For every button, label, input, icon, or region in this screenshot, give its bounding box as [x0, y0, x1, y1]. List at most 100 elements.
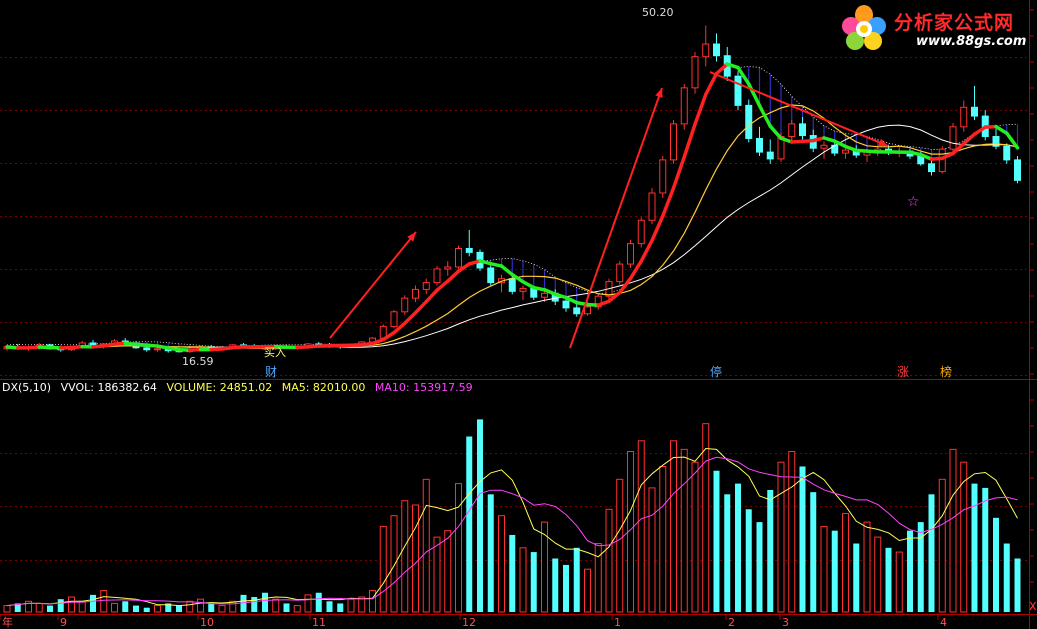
candle-body — [713, 43, 720, 57]
candle-body — [842, 149, 849, 154]
volume-bar — [337, 603, 344, 612]
ma5-segment — [424, 288, 439, 304]
candle-body — [734, 75, 742, 106]
corner-x-label: X — [1029, 600, 1037, 613]
x-axis-label: 11 — [312, 616, 326, 629]
candle-body — [949, 126, 957, 150]
candle-body — [541, 292, 548, 298]
volume-bar — [938, 478, 946, 613]
volume-bar — [347, 598, 355, 613]
ma10-readout: MA10: 153917.59 — [374, 381, 473, 394]
volume-bar — [57, 599, 64, 612]
star-marker: ☆ — [907, 194, 920, 210]
ma5-segment — [962, 132, 977, 146]
candle-body — [756, 137, 763, 153]
candle-body — [637, 219, 645, 245]
volume-bar — [702, 423, 710, 613]
volume-bar — [584, 568, 591, 613]
ma5-segment — [521, 280, 536, 290]
indicator-name: DX(5,10) — [2, 381, 52, 394]
volume-bar — [949, 448, 957, 613]
volume-bar — [100, 590, 108, 613]
volume-bar — [412, 504, 419, 613]
candle-body — [960, 106, 968, 128]
volume-bar-series — [3, 419, 1021, 613]
volume-bar — [1003, 543, 1010, 612]
volume-bar — [680, 448, 688, 613]
volume-bar — [691, 461, 699, 613]
candle-body — [487, 267, 495, 284]
volume-bar — [895, 551, 903, 613]
volume-bar — [293, 605, 301, 613]
ma5-segment — [499, 264, 514, 277]
candle-body — [938, 148, 946, 173]
volume-bar — [122, 601, 129, 612]
volume-bar — [616, 478, 624, 613]
candle-body — [444, 266, 452, 270]
candle-body — [465, 248, 473, 253]
volume-bar — [390, 515, 398, 613]
volume-bar — [756, 522, 763, 612]
x-axis-label: 10 — [200, 616, 214, 629]
ma5-segment — [757, 103, 772, 128]
trend-arrow — [329, 231, 417, 339]
x-axis-label: 12 — [462, 616, 476, 629]
candle-body — [562, 300, 570, 309]
candle-body — [616, 263, 624, 283]
volume-bar — [422, 478, 430, 613]
volume-bar — [262, 592, 268, 612]
trend-arrow — [569, 87, 663, 349]
x-axis-label: 3 — [782, 616, 789, 629]
volume-readout: VOLUME: 24851.02 — [166, 381, 273, 394]
volume-bar — [477, 419, 483, 612]
candle-body — [519, 287, 527, 292]
candle-body — [1003, 145, 1011, 161]
volume-bar — [713, 470, 720, 612]
volume-bar — [928, 494, 935, 612]
ma5-segment — [446, 269, 461, 283]
ma5-segment — [693, 92, 708, 127]
ma5-segment — [994, 124, 1009, 135]
volume-bar — [863, 521, 871, 613]
stock-chart: 年 9 10 11 12 1 2 3 4 50.20 16.59 买入 ☆ 财 停 涨 榜 X — [0, 0, 1037, 629]
candle-body — [1014, 159, 1021, 181]
volume-bar — [519, 547, 527, 613]
x-axis: 年 9 10 11 12 1 2 3 4 — [0, 614, 947, 629]
volume-bar — [315, 592, 322, 612]
volume-bar — [777, 461, 785, 613]
ma5-segment — [403, 311, 418, 326]
ma5-segment — [704, 71, 719, 97]
volume-bar — [272, 598, 280, 613]
candle-body — [401, 297, 409, 313]
volume-bar — [917, 522, 924, 612]
volume-bar — [208, 603, 215, 612]
volume-bar — [176, 605, 182, 612]
marker-ting: 停 — [710, 364, 722, 379]
candle-body — [928, 163, 935, 173]
low-price-label: 16.59 — [182, 355, 214, 368]
volume-bar — [552, 558, 559, 612]
candle-body — [659, 159, 667, 194]
candle-body — [971, 106, 978, 117]
candle-body — [766, 151, 774, 160]
ma5-segment — [682, 122, 697, 159]
logo-title: 分析家公式网 — [894, 12, 1015, 34]
volume-bar — [573, 547, 580, 612]
x-axis-label: 1 — [614, 616, 621, 629]
ma-mid-line — [6, 104, 1018, 350]
candle-body — [143, 347, 151, 351]
volume-bar — [767, 490, 774, 612]
volume-bar — [874, 536, 882, 613]
volume-bar — [498, 515, 505, 613]
volume-bar — [433, 536, 441, 613]
volume-bar — [971, 483, 978, 612]
marker-bang: 榜 — [940, 364, 952, 379]
volume-bar — [735, 483, 741, 612]
volume-bar — [111, 602, 118, 613]
volume-bar — [842, 513, 849, 613]
volume-bar — [659, 465, 667, 613]
candle-body — [154, 348, 161, 351]
volume-bar — [993, 517, 999, 612]
volume-bar — [853, 543, 860, 612]
high-price-label: 50.20 — [642, 6, 674, 19]
